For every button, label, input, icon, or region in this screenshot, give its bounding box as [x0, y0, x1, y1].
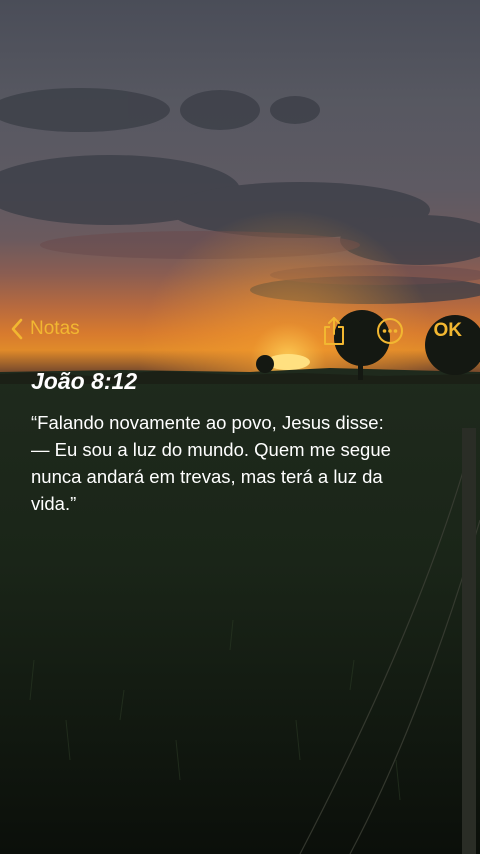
done-button[interactable]: OK: [434, 320, 463, 342]
note-title: João 8:12: [31, 368, 138, 394]
back-label: Notas: [30, 318, 80, 339]
navigation-bar: Notas OK: [0, 314, 480, 350]
nav-actions: OK: [322, 316, 463, 346]
back-button[interactable]: Notas: [10, 318, 80, 340]
note-content[interactable]: João 8:12 “Falando novamente ao povo, Je…: [31, 368, 451, 517]
chevron-left-icon: [11, 318, 23, 340]
share-icon[interactable]: [322, 316, 346, 346]
notes-screen: Notas OK João 8:12 “Falando novamente ao…: [0, 0, 480, 854]
note-body: “Falando novamente ao povo, Jesus disse:…: [31, 411, 391, 514]
more-icon[interactable]: [376, 317, 404, 345]
